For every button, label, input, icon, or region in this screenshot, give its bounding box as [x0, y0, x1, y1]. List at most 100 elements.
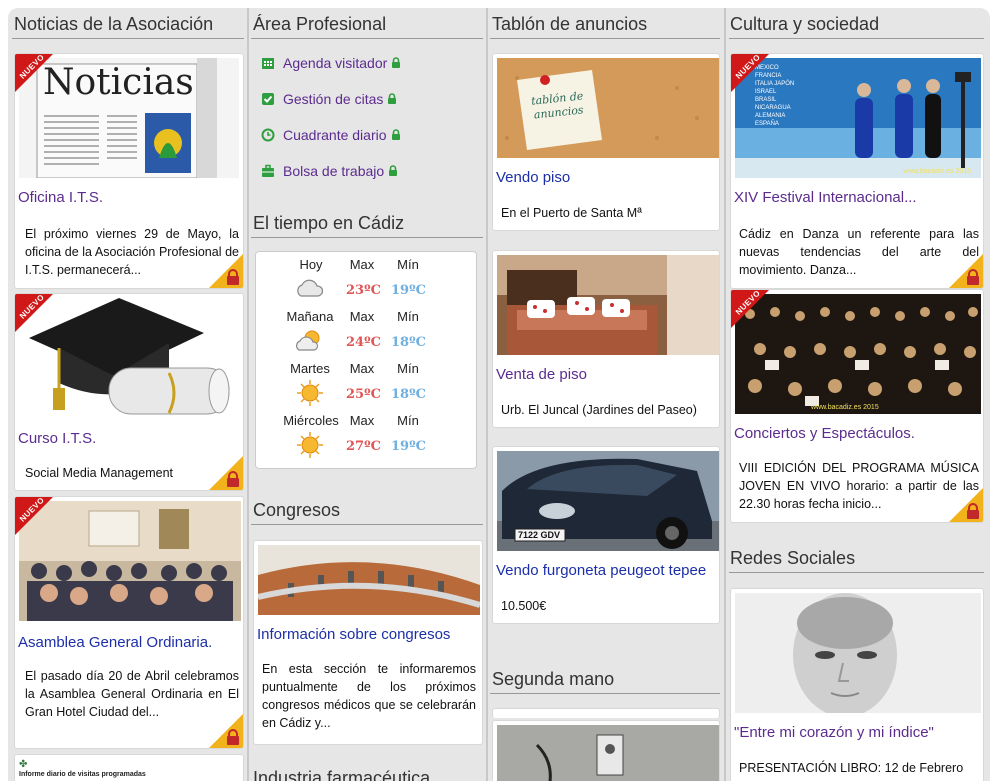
sun-cloud-icon — [294, 328, 324, 359]
max-label: Max — [349, 309, 375, 324]
sun-icon — [296, 379, 324, 412]
cloud-icon — [294, 276, 324, 305]
weather-day: Miércoles — [283, 413, 339, 428]
card-title[interactable]: Asamblea General Ordinaria. — [18, 634, 212, 651]
news-card-informe[interactable]: ✤ Informe diario de visitas programadas — [14, 754, 244, 781]
board-card-venta-piso[interactable]: Venta de piso Urb. El Juncal (Jardines d… — [492, 250, 720, 428]
menu-item-label: Agenda visitador — [283, 55, 388, 71]
new-badge: NUEVO — [731, 290, 770, 329]
culture-title-underline — [729, 38, 984, 39]
segunda-mano-title-underline — [490, 693, 720, 694]
card-excerpt: En el Puerto de Santa Mª — [501, 206, 642, 220]
menu-item-citas[interactable]: Gestión de citas — [261, 91, 397, 107]
professional-section-title: Área Profesional — [253, 14, 387, 34]
newspaper-headline: Noticias — [43, 62, 194, 103]
card-excerpt: Urb. El Juncal (Jardines del Paseo) — [501, 403, 697, 417]
segunda-mano-card[interactable] — [492, 720, 720, 781]
max-label: Max — [349, 361, 375, 376]
orchestra-photo: www.bacadiz.es 2015 — [735, 294, 981, 414]
license-plate: 7122 GDV — [518, 530, 561, 540]
menu-item-cuadrante[interactable]: Cuadrante diario — [261, 127, 401, 143]
max-temp: 23ºC — [346, 283, 381, 298]
corkboard-image: tablón de anuncios — [497, 58, 719, 158]
min-temp: 19ºC — [391, 439, 426, 454]
board-column: Tablón de anuncios tablón de anuncios Ve… — [488, 8, 723, 781]
report-image-caption: Informe diario de visitas programadas — [19, 771, 146, 778]
congresos-title-underline — [251, 524, 483, 525]
card-title[interactable]: Vendo furgoneta peugeot tepee — [496, 562, 706, 579]
weather-day: Hoy — [299, 257, 323, 272]
page-frame: Noticias de la Asociación Noticias NUEVO… — [8, 8, 990, 781]
card-excerpt: PRESENTACIÓN LIBRO: 12 de Febrero — [739, 761, 964, 775]
watermark: www.bacadiz.es 2015 — [903, 168, 971, 175]
card-title[interactable]: Venta de piso — [496, 366, 587, 383]
card-title[interactable]: Conciertos y Espectáculos. — [734, 425, 915, 442]
card-title[interactable]: "Entre mi corazón y mi índice" — [734, 724, 934, 741]
lock-icon — [949, 254, 983, 288]
culture-card-conciertos[interactable]: www.bacadiz.es 2015 NUEVO Conciertos y E… — [730, 289, 984, 523]
menu-item-label: Gestión de citas — [283, 91, 384, 107]
weather-day: Mañana — [286, 309, 334, 324]
board-card-vendo-piso[interactable]: tablón de anuncios Vendo piso En el Puer… — [492, 53, 720, 231]
menu-item-label: Bolsa de trabajo — [283, 163, 385, 179]
social-section-title: Redes Sociales — [730, 548, 856, 568]
culture-card-festival[interactable]: MEXICO FRANCIA ITALIA JAPÓN ISRAEL BRASI… — [730, 53, 984, 289]
menu-item-agenda[interactable]: Agenda visitador — [261, 55, 401, 71]
congresos-card[interactable]: Información sobre congresos En esta secc… — [253, 540, 483, 745]
culture-section-title: Cultura y sociedad — [730, 14, 880, 34]
watermark: www.bacadiz.es 2015 — [811, 404, 879, 411]
news-card-curso[interactable]: NUEVO Curso I.T.S. Social Media Manageme… — [14, 293, 244, 491]
lock-icon — [391, 127, 401, 143]
card-title[interactable]: Curso I.T.S. — [18, 430, 96, 447]
min-temp: 18ºC — [391, 335, 426, 350]
new-badge: NUEVO — [15, 54, 54, 93]
checkbox-icon — [261, 92, 275, 106]
card-excerpt: 10.500€ — [501, 599, 547, 613]
card-excerpt: Social Media Management — [25, 466, 173, 480]
professional-title-underline — [251, 38, 483, 39]
news-column: Noticias de la Asociación Noticias NUEVO… — [8, 8, 248, 781]
weather-widget: Hoy Max Mín 23ºC 19ºC Mañana Max Mín 24º… — [255, 251, 477, 469]
max-temp: 27ºC — [346, 439, 381, 454]
card-title[interactable]: Vendo piso — [496, 169, 570, 186]
lock-icon — [388, 163, 398, 179]
weather-section-title: El tiempo en Cádiz — [253, 213, 405, 233]
min-label: Mín — [397, 257, 419, 272]
card-title[interactable]: Oficina I.T.S. — [18, 189, 103, 206]
menu-item-label: Cuadrante diario — [283, 127, 387, 143]
card-excerpt: El próximo viernes 29 de Mayo, la oficin… — [25, 227, 239, 277]
congresos-section-title: Congresos — [253, 500, 341, 520]
max-label: Max — [349, 413, 375, 428]
sun-icon — [296, 431, 324, 464]
weather-title-underline — [251, 237, 483, 238]
new-badge: NUEVO — [15, 497, 54, 536]
new-badge: NUEVO — [15, 294, 54, 333]
news-card-oficina[interactable]: Noticias NUEVO Oficina I.T.S. El próximo… — [14, 53, 244, 289]
social-card[interactable]: "Entre mi corazón y mi índice" PRESENTAC… — [730, 588, 984, 781]
card-title[interactable]: Información sobre congresos — [257, 626, 450, 643]
card-excerpt: VIII EDICIÓN DEL PROGRAMA MÚSICA JOVEN E… — [739, 461, 979, 511]
card-title[interactable]: XIV Festival Internacional... — [734, 189, 917, 206]
segunda-mano-card-top — [492, 708, 720, 718]
min-label: Mín — [397, 413, 419, 428]
news-section-title: Noticias de la Asociación — [14, 14, 214, 34]
lock-icon — [387, 91, 397, 107]
lock-icon — [209, 254, 243, 288]
industria-section-title: Industria farmacéutica — [253, 768, 431, 781]
lock-icon — [391, 55, 401, 71]
news-title-underline — [12, 38, 244, 39]
conference-hall-image — [258, 545, 480, 615]
board-card-furgoneta[interactable]: 7122 GDV Vendo furgoneta peugeot tepee 1… — [492, 446, 720, 624]
max-label: Max — [349, 257, 375, 272]
max-temp: 24ºC — [346, 335, 381, 350]
lock-icon — [949, 488, 983, 522]
van-photo: 7122 GDV — [497, 451, 719, 551]
professional-column: Área Profesional Agenda visitador Gestió… — [249, 8, 487, 781]
new-badge: NUEVO — [731, 54, 770, 93]
menu-item-bolsa[interactable]: Bolsa de trabajo — [261, 163, 398, 179]
news-card-asamblea[interactable]: NUEVO Asamblea General Ordinaria. El pas… — [14, 496, 244, 749]
card-excerpt: En esta sección te informaremos puntualm… — [262, 662, 476, 730]
min-label: Mín — [397, 361, 419, 376]
culture-column: Cultura y sociedad MEXICO FRANCIA ITALIA… — [725, 8, 990, 781]
lock-icon — [209, 456, 243, 490]
